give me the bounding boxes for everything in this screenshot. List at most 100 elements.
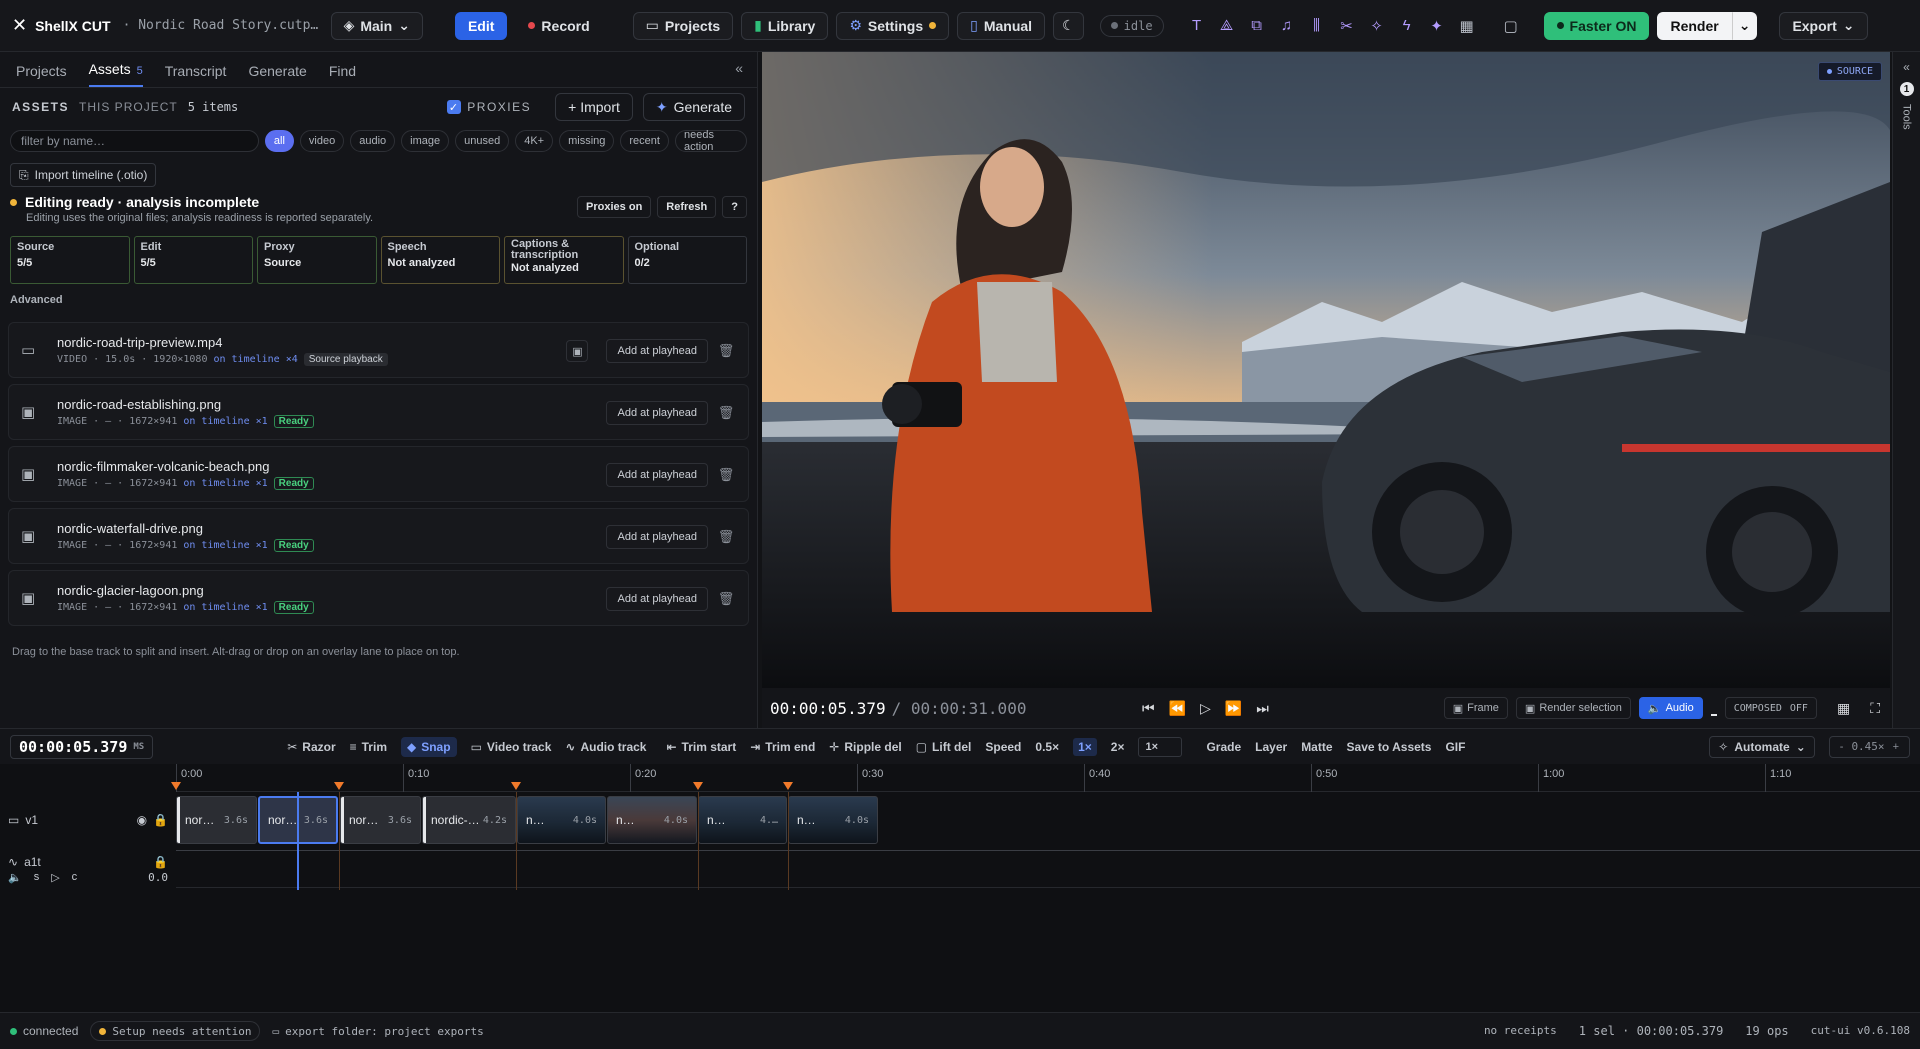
render-button[interactable]: Render [1657, 11, 1732, 40]
tab-generate[interactable]: Generate [248, 63, 306, 87]
add-video-track-button[interactable]: ▭ Video track [471, 740, 552, 754]
add-at-playhead-button[interactable]: Add at playhead [606, 525, 708, 549]
playhead[interactable] [297, 792, 299, 890]
clip-toggle[interactable]: c [72, 871, 78, 884]
trim-end-button[interactable]: ⇥ Trim end [750, 740, 815, 754]
solo-toggle[interactable]: s [34, 871, 40, 884]
preview-monitor-icon[interactable]: ▣ [566, 340, 589, 362]
save-to-assets-button[interactable]: Save to Assets [1347, 740, 1432, 754]
grid-tool-icon[interactable]: ▦ [1456, 15, 1478, 37]
chat-icon[interactable]: ▢ [1500, 15, 1522, 37]
play-icon[interactable]: ▷ [51, 871, 59, 884]
trim-tool[interactable]: ≡ Trim [350, 740, 387, 754]
timeline-clip[interactable]: n… 4.0s [607, 796, 697, 844]
lock-icon[interactable]: 🔒 [153, 855, 168, 869]
scissors-tool-icon[interactable]: ✂ [1336, 15, 1358, 37]
theme-toggle[interactable]: ☾ [1053, 11, 1084, 40]
trash-icon[interactable]: 🗑 [716, 405, 736, 421]
add-audio-track-button[interactable]: ∿ Audio track [565, 740, 646, 754]
speaker-icon[interactable]: 🔈 [8, 871, 22, 884]
video-preview[interactable]: SOURCE [762, 52, 1890, 688]
setup-attention-pill[interactable]: Setup needs attention [90, 1021, 261, 1041]
speed-half-button[interactable]: 0.5× [1035, 740, 1059, 754]
eye-icon[interactable]: ◉ [137, 813, 147, 827]
filter-chip-missing[interactable]: missing [559, 130, 615, 152]
timeline[interactable]: 0:00 0:10 0:20 0:30 0:40 0:50 1:00 1:10 … [0, 764, 1920, 1012]
speed-select[interactable]: 1× [1138, 736, 1183, 757]
manual-button[interactable]: ▯ Manual [957, 11, 1046, 40]
tab-transcript[interactable]: Transcript [165, 63, 227, 87]
add-at-playhead-button[interactable]: Add at playhead [606, 587, 708, 611]
grid-view-icon[interactable]: ▦ [1837, 700, 1850, 717]
tab-projects[interactable]: Projects [16, 63, 67, 87]
trash-icon[interactable]: 🗑 [716, 529, 736, 545]
refresh-button[interactable]: Refresh [657, 196, 717, 218]
tools-rail-label[interactable]: Tools [1901, 104, 1913, 130]
projects-button[interactable]: ▭ Projects [632, 11, 734, 40]
record-mode-button[interactable]: Record [515, 12, 602, 40]
matte-button[interactable]: Matte [1301, 740, 1332, 754]
advanced-toggle[interactable]: Advanced [10, 294, 747, 306]
bolt-tool-icon[interactable]: ϟ [1396, 15, 1418, 37]
razor-tool[interactable]: ✂ Razor [287, 740, 335, 754]
timeline-clip[interactable]: n… 4.0s [788, 796, 878, 844]
trim-start-button[interactable]: ⇤ Trim start [666, 740, 736, 754]
zoom-out-button[interactable]: - [1840, 741, 1844, 753]
import-timeline-button[interactable]: ⎘ Import timeline (.otio) [10, 163, 157, 187]
music-tool-icon[interactable]: ♫ [1276, 15, 1298, 37]
timeline-clip[interactable]: n… 4.0s [517, 796, 606, 844]
filter-chip-unused[interactable]: unused [455, 130, 510, 152]
generate-button[interactable]: ✦ Generate [642, 93, 745, 121]
audio-lane-a1[interactable] [176, 850, 1920, 888]
audio-toggle[interactable]: 🔈 Audio [1638, 697, 1703, 719]
export-dropdown[interactable]: Export ⌄ [1779, 11, 1868, 40]
add-at-playhead-button[interactable]: Add at playhead [606, 463, 708, 487]
add-at-playhead-button[interactable]: Add at playhead [606, 339, 708, 363]
trash-icon[interactable]: 🗑 [716, 343, 736, 359]
snap-toggle[interactable]: ◆ Snap [400, 736, 457, 757]
text-tool-icon[interactable]: T [1186, 15, 1208, 37]
filter-chip-4k[interactable]: 4K+ [515, 130, 554, 152]
sparkle-tool-icon[interactable]: ✦ [1426, 15, 1448, 37]
filter-chip-recent[interactable]: recent [620, 130, 669, 152]
filter-chip-image[interactable]: image [401, 130, 450, 152]
shapes-tool-icon[interactable]: ⟁ [1216, 15, 1238, 37]
filter-chip-needs-action[interactable]: needs action [674, 129, 747, 153]
zoom-in-button[interactable]: + [1893, 741, 1899, 753]
collapse-panel-icon[interactable]: « [735, 60, 743, 76]
settings-button[interactable]: ⚙ Settings [836, 11, 950, 40]
frame-button[interactable]: ▣ Frame [1443, 697, 1508, 719]
list-item[interactable]: ▣ nordic-road-establishing.png IMAGE · – ·… [8, 384, 749, 440]
render-selection-button[interactable]: ▣ Render selection [1515, 697, 1631, 719]
mixer-tool-icon[interactable]: ⫼ [1306, 15, 1328, 37]
filter-chip-all[interactable]: all [264, 130, 294, 152]
list-item[interactable]: ▭ nordic-road-trip-preview.mp4 VIDEO · 15… [8, 322, 749, 378]
faster-toggle[interactable]: Faster ON [1543, 11, 1650, 40]
lift-delete-button[interactable]: ▢ Lift del [916, 740, 972, 754]
timeline-clip[interactable]: n… 4.… [698, 796, 787, 844]
proxies-toggle[interactable]: ✓ PROXIES [447, 100, 531, 114]
fast-forward-icon[interactable]: ⏩ [1225, 700, 1242, 717]
library-button[interactable]: ▮ Library [741, 11, 829, 40]
fullscreen-icon[interactable]: ⛶ [1870, 700, 1880, 717]
filter-input[interactable]: filter by name… [10, 130, 259, 152]
speed-double-button[interactable]: 2× [1111, 740, 1125, 754]
tab-find[interactable]: Find [329, 63, 356, 87]
export-folder[interactable]: ▭ export folder: project exports [272, 1025, 483, 1038]
rewind-icon[interactable]: ⏪ [1169, 700, 1186, 717]
skip-start-icon[interactable]: ⏮ [1142, 700, 1155, 717]
list-item[interactable]: ▣ nordic-filmmaker-volcanic-beach.png IM… [8, 446, 749, 502]
list-item[interactable]: ▣ nordic-waterfall-drive.png IMAGE · – · 1… [8, 508, 749, 564]
add-at-playhead-button[interactable]: Add at playhead [606, 401, 708, 425]
timeline-clip[interactable]: nor… 3.6s [340, 796, 421, 844]
grade-button[interactable]: Grade [1206, 740, 1241, 754]
ripple-delete-button[interactable]: ✛ Ripple del [829, 740, 901, 754]
help-button[interactable]: ? [722, 196, 747, 218]
time-ruler[interactable]: 0:00 0:10 0:20 0:30 0:40 0:50 1:00 1:10 [171, 764, 1920, 792]
import-button[interactable]: + Import [555, 93, 633, 121]
timeline-clip[interactable]: nor… 3.6s [176, 796, 257, 844]
edit-mode-button[interactable]: Edit [454, 11, 508, 40]
skip-end-icon[interactable]: ⏭ [1256, 700, 1269, 717]
gif-button[interactable]: GIF [1445, 740, 1465, 754]
composed-toggle[interactable]: COMPOSED OFF [1724, 697, 1817, 719]
